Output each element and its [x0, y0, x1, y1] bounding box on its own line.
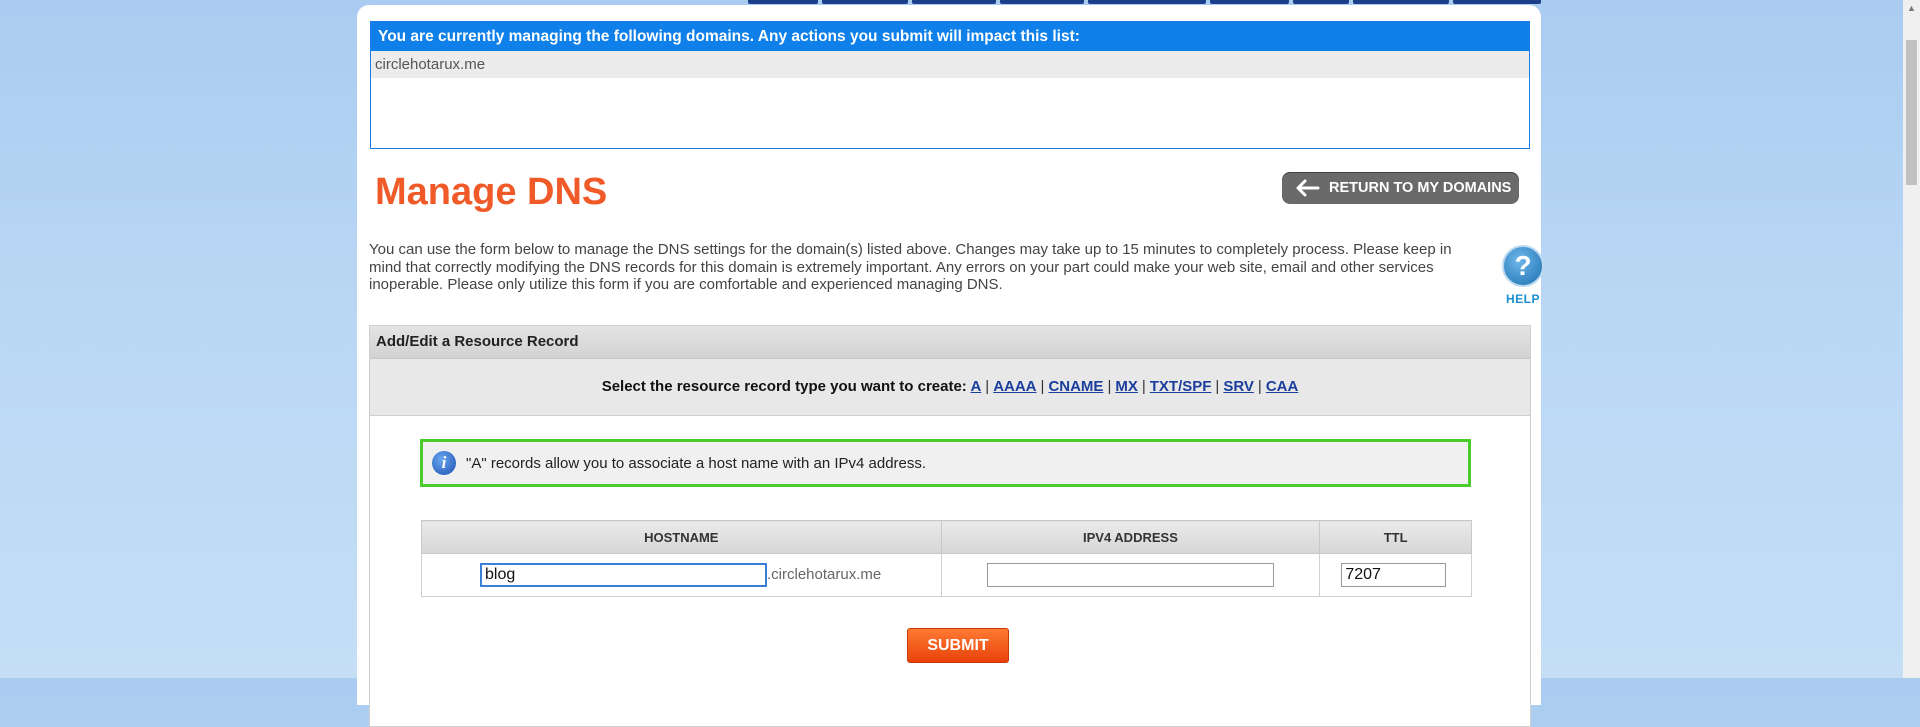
page-description: You can use the form below to manage the…	[369, 241, 1452, 293]
return-button-label: RETURN TO MY DOMAINS	[1329, 180, 1512, 196]
hostname-cell: .circlehotarux.me	[421, 553, 942, 597]
scrollbar-thumb[interactable]	[1906, 40, 1917, 185]
resource-record-section: Add/Edit a Resource Record Select the re…	[369, 325, 1531, 727]
top-nav-tab[interactable]	[1353, 0, 1449, 4]
record-table: HOSTNAME IPV4 ADDRESS TTL .circlehotarux…	[421, 520, 1472, 597]
hostname-input[interactable]	[480, 563, 767, 587]
ipv4-cell	[940, 553, 1321, 597]
hostname-column-header: HOSTNAME	[421, 520, 942, 554]
record-type-selector: Select the resource record type you want…	[370, 359, 1530, 416]
submit-button[interactable]: SUBMIT	[907, 628, 1009, 663]
ipv4-input[interactable]	[986, 563, 1274, 587]
main-panel: You are currently managing the following…	[357, 5, 1544, 727]
scroll-up-icon[interactable]: ▲	[1903, 0, 1920, 17]
top-nav-tab[interactable]	[1000, 0, 1084, 4]
top-nav-tabs	[748, 0, 1541, 4]
arrow-left-icon	[1296, 179, 1320, 197]
managed-domains-box: You are currently managing the following…	[370, 21, 1530, 149]
info-icon: i	[432, 451, 456, 475]
ipv4-column-header: IPV4 ADDRESS	[940, 520, 1321, 554]
page-title: Manage DNS	[375, 171, 608, 213]
top-nav-tab[interactable]	[912, 0, 996, 4]
record-type-caa-link[interactable]: CAA	[1266, 378, 1299, 395]
ttl-cell	[1319, 553, 1472, 597]
page-scrollbar[interactable]: ▲	[1903, 0, 1920, 678]
top-nav-tab[interactable]	[1210, 0, 1289, 4]
record-table-header-row: HOSTNAME IPV4 ADDRESS TTL	[421, 520, 1472, 554]
managed-domains-header: You are currently managing the following…	[371, 22, 1529, 51]
domain-suffix: .circlehotarux.me	[767, 565, 882, 583]
ttl-column-header: TTL	[1319, 520, 1472, 554]
help-label: HELP	[1505, 292, 1540, 306]
top-nav-tab[interactable]	[748, 0, 818, 4]
record-type-mx-link[interactable]: MX	[1115, 378, 1138, 395]
top-nav-tab[interactable]	[1453, 0, 1541, 4]
record-info-text: "A" records allow you to associate a hos…	[466, 454, 927, 472]
record-type-txt-spf-link[interactable]: TXT/SPF	[1150, 378, 1212, 395]
return-to-domains-button[interactable]: RETURN TO MY DOMAINS	[1282, 172, 1519, 204]
record-info-box: i "A" records allow you to associate a h…	[420, 439, 1471, 487]
help-button[interactable]: ? HELP	[1488, 245, 1558, 306]
top-nav-tab[interactable]	[1088, 0, 1206, 4]
record-type-cname-link[interactable]: CNAME	[1048, 378, 1103, 395]
question-icon: ?	[1502, 245, 1544, 287]
record-type-prompt: Select the resource record type you want…	[601, 378, 967, 395]
managed-domain-item[interactable]: circlehotarux.me	[371, 51, 1529, 78]
record-table-row: .circlehotarux.me	[421, 553, 1472, 597]
ttl-input[interactable]	[1341, 563, 1447, 587]
record-type-srv-link[interactable]: SRV	[1223, 378, 1254, 395]
top-nav-tab[interactable]	[822, 0, 908, 4]
resource-record-header: Add/Edit a Resource Record	[370, 326, 1530, 359]
record-type-aaaa-link[interactable]: AAAA	[993, 378, 1036, 395]
top-nav-tab[interactable]	[1293, 0, 1349, 4]
record-type-a-link[interactable]: A	[970, 378, 981, 395]
